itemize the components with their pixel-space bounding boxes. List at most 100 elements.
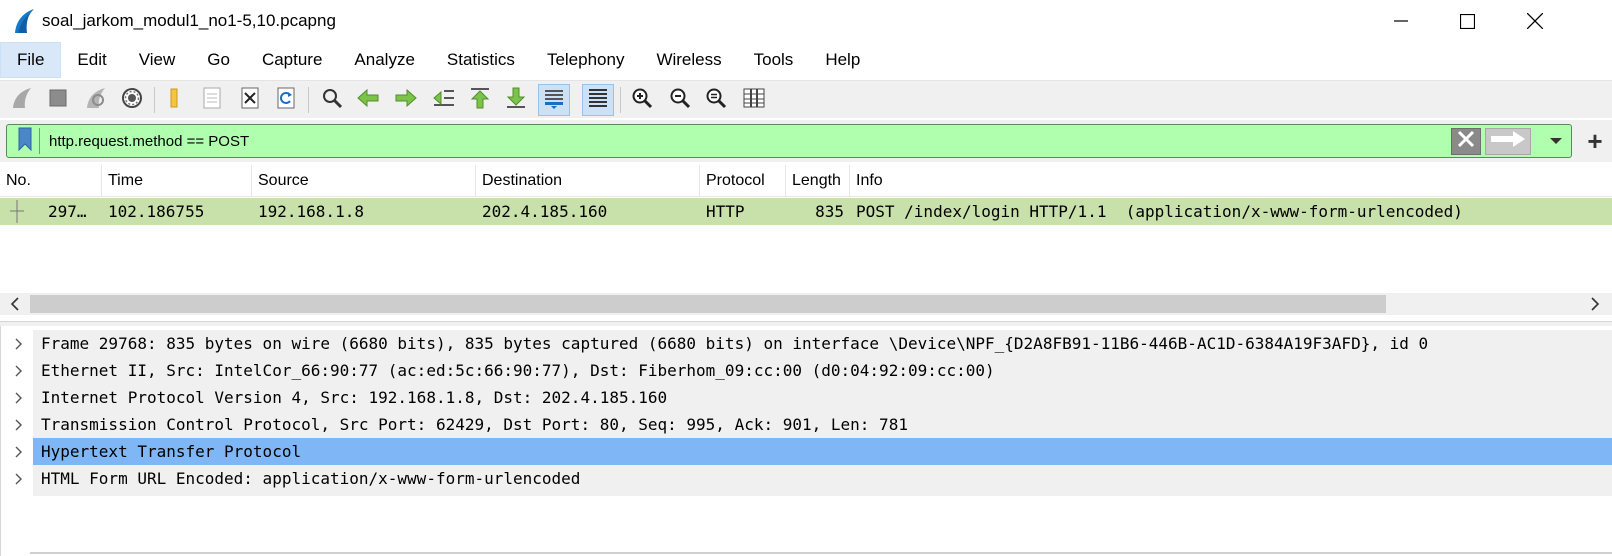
go-back-icon	[356, 87, 380, 114]
menu-go[interactable]: Go	[191, 42, 246, 78]
apply-filter-button[interactable]	[1485, 128, 1531, 155]
menu-bar: File Edit View Go Capture Analyze Statis…	[0, 42, 1612, 78]
save-file-button[interactable]	[196, 84, 228, 116]
menu-capture[interactable]: Capture	[246, 42, 338, 78]
go-to-packet-button[interactable]	[428, 84, 460, 116]
tree-item-frame[interactable]: Frame 29768: 835 bytes on wire (6680 bit…	[1, 330, 1612, 357]
menu-edit[interactable]: Edit	[61, 42, 122, 78]
tree-item-form-urlencoded[interactable]: HTML Form URL Encoded: application/x-www…	[1, 465, 1612, 492]
chevron-right-icon[interactable]	[13, 445, 25, 459]
tree-item-tcp[interactable]: Transmission Control Protocol, Src Port:…	[1, 411, 1612, 438]
column-header-protocol[interactable]: Protocol	[700, 165, 786, 197]
menu-view[interactable]: View	[123, 42, 192, 78]
menu-analyze[interactable]: Analyze	[338, 42, 430, 78]
maximize-icon	[1459, 13, 1475, 29]
column-header-length[interactable]: Length	[786, 165, 850, 197]
tree-item-text: Hypertext Transfer Protocol	[41, 442, 302, 461]
scrollbar-thumb[interactable]	[30, 295, 1386, 313]
toolbar-separator	[308, 87, 309, 113]
tree-item-ipv4[interactable]: Internet Protocol Version 4, Src: 192.16…	[1, 384, 1612, 411]
add-filter-button-icon[interactable]: +	[1582, 128, 1608, 154]
zoom-out-button[interactable]	[664, 84, 696, 116]
go-back-button[interactable]	[352, 84, 384, 116]
restart-capture-icon	[84, 86, 108, 115]
maximize-button[interactable]	[1432, 0, 1502, 42]
clear-filter-button[interactable]	[1451, 128, 1481, 155]
tree-item-text: Internet Protocol Version 4, Src: 192.16…	[41, 388, 668, 407]
colorize-icon	[587, 87, 609, 114]
save-file-icon	[201, 86, 223, 115]
autoscroll-icon	[543, 87, 565, 114]
toolbar-separator	[620, 87, 621, 113]
packet-source: 192.168.1.8	[258, 202, 364, 221]
packet-row[interactable]: 297… 102.186755 192.168.1.8 202.4.185.16…	[0, 198, 1612, 225]
restart-capture-button[interactable]	[80, 84, 112, 116]
zoom-in-button[interactable]	[626, 84, 658, 116]
scroll-right-icon[interactable]	[1584, 295, 1606, 313]
packet-time: 102.186755	[108, 202, 205, 221]
resize-columns-button[interactable]	[738, 84, 770, 116]
display-filter-input[interactable]: http.request.method == POST	[6, 124, 1572, 158]
close-file-icon	[239, 86, 261, 115]
packet-length: 835	[815, 202, 844, 221]
stop-capture-button[interactable]	[42, 84, 74, 116]
arrow-right-icon	[1489, 130, 1527, 153]
minimize-button[interactable]	[1366, 0, 1436, 42]
packet-list: No. Time Source Destination Protocol Len…	[0, 165, 1612, 321]
filter-expression[interactable]: http.request.method == POST	[49, 133, 249, 150]
column-header-source[interactable]: Source	[252, 165, 476, 197]
open-file-icon	[165, 86, 187, 115]
column-header-time[interactable]: Time	[102, 165, 252, 197]
close-window-button[interactable]	[1500, 0, 1570, 42]
packet-list-header: No. Time Source Destination Protocol Len…	[0, 165, 1612, 197]
capture-options-button[interactable]	[116, 84, 148, 116]
close-file-button[interactable]	[234, 84, 266, 116]
menu-statistics[interactable]: Statistics	[431, 42, 531, 78]
chevron-right-icon[interactable]	[13, 472, 25, 486]
tree-item-http[interactable]: Hypertext Transfer Protocol	[1, 438, 1612, 465]
bottom-border	[30, 552, 1612, 554]
reload-file-button[interactable]	[270, 84, 302, 116]
minimize-icon	[1394, 14, 1408, 28]
column-header-info[interactable]: Info	[850, 165, 1612, 197]
tree-item-ethernet[interactable]: Ethernet II, Src: IntelCor_66:90:77 (ac:…	[1, 357, 1612, 384]
column-header-no[interactable]: No.	[0, 165, 102, 197]
colorize-button[interactable]	[582, 84, 614, 116]
scroll-left-icon[interactable]	[4, 295, 26, 313]
normal-size-icon	[705, 87, 727, 114]
normal-size-button[interactable]	[700, 84, 732, 116]
menu-tools[interactable]: Tools	[738, 42, 810, 78]
tree-item-text: Ethernet II, Src: IntelCor_66:90:77 (ac:…	[41, 361, 995, 380]
go-first-button[interactable]	[464, 84, 496, 116]
open-file-button[interactable]	[160, 84, 192, 116]
go-last-button[interactable]	[500, 84, 532, 116]
chevron-right-icon[interactable]	[13, 418, 25, 432]
filter-history-dropdown[interactable]	[1547, 134, 1565, 150]
go-forward-button[interactable]	[390, 84, 422, 116]
zoom-out-icon	[669, 87, 691, 114]
horizontal-scrollbar[interactable]	[0, 293, 1612, 315]
packet-protocol: HTTP	[706, 202, 745, 221]
bookmark-icon	[17, 127, 33, 156]
find-packet-button[interactable]	[316, 84, 348, 116]
main-toolbar	[0, 80, 1612, 118]
filter-bookmark-button[interactable]	[10, 127, 40, 156]
tree-item-text: Frame 29768: 835 bytes on wire (6680 bit…	[41, 334, 1429, 353]
display-filter-bar: http.request.method == POST +	[0, 120, 1612, 162]
chevron-right-icon[interactable]	[13, 337, 25, 351]
start-capture-button[interactable]	[6, 84, 38, 116]
menu-wireless[interactable]: Wireless	[640, 42, 737, 78]
packet-details-tree: Frame 29768: 835 bytes on wire (6680 bit…	[0, 326, 1612, 556]
menu-help[interactable]: Help	[809, 42, 876, 78]
reload-file-icon	[275, 86, 297, 115]
chevron-right-icon[interactable]	[13, 364, 25, 378]
column-header-destination[interactable]: Destination	[476, 165, 700, 197]
chevron-right-icon[interactable]	[13, 391, 25, 405]
autoscroll-button[interactable]	[538, 84, 570, 116]
menu-telephony[interactable]: Telephony	[531, 42, 641, 78]
menu-file[interactable]: File	[0, 42, 62, 78]
start-capture-icon	[10, 86, 34, 115]
packet-row-marker-icon	[8, 198, 26, 225]
packet-no: 297…	[48, 202, 87, 221]
close-icon	[1527, 13, 1543, 29]
